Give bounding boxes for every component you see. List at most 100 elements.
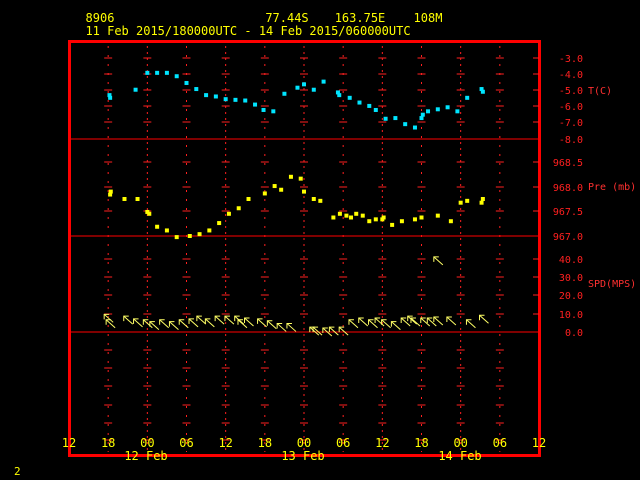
wind-arrow bbox=[433, 316, 444, 326]
temperature-point bbox=[412, 125, 417, 130]
wind-arrow bbox=[276, 322, 287, 332]
wind-arrow bbox=[348, 319, 359, 329]
temperature-point bbox=[194, 87, 199, 92]
y-tick-labels: -3.0 -4.0 -5.0 -6.0 -7.0 -8.0 968.5 968.0 967.5 9… bbox=[553, 54, 583, 339]
pressure-point bbox=[288, 174, 293, 179]
pressure-point bbox=[155, 224, 160, 229]
corner-mark: 2 bbox=[14, 465, 21, 478]
wind-arrow-shaft bbox=[205, 318, 215, 328]
x-tick-label: 18 bbox=[414, 436, 428, 450]
x-tick-label: 00 bbox=[297, 436, 311, 450]
wind-arrow-shaft bbox=[433, 256, 444, 266]
temperature-point bbox=[145, 70, 150, 75]
x-tick-label: 00 bbox=[453, 436, 467, 450]
wind-arrow bbox=[168, 321, 179, 330]
wind-arrow-shaft bbox=[103, 313, 114, 323]
wind-arrow-shaft bbox=[374, 317, 385, 327]
wind-arrow-shaft bbox=[446, 316, 457, 326]
wind-arrow-shaft bbox=[338, 326, 349, 336]
y-tick-label: 0.0 bbox=[565, 328, 583, 339]
y-tick-label: 10.0 bbox=[559, 310, 583, 321]
wind-arrow bbox=[338, 326, 349, 336]
data-series bbox=[103, 70, 489, 337]
pressure-point bbox=[479, 200, 484, 205]
temperature-point bbox=[357, 100, 362, 105]
wind-arrow bbox=[368, 319, 378, 329]
pressure-point bbox=[399, 219, 404, 224]
wind-arrow bbox=[407, 315, 418, 325]
x-tick-label: 12 bbox=[62, 436, 76, 450]
wind-arrow-shaft bbox=[237, 319, 248, 329]
x-tick-label: 06 bbox=[336, 436, 350, 450]
temperature-point bbox=[174, 74, 179, 79]
wind-arrow-shaft bbox=[381, 319, 391, 329]
wind-arrow bbox=[266, 320, 277, 330]
temperature-point bbox=[403, 122, 408, 127]
temperature-point bbox=[282, 91, 287, 96]
wind-arrow bbox=[479, 314, 489, 324]
pressure-point bbox=[207, 228, 212, 233]
pressure-point bbox=[279, 187, 284, 192]
temperature-point bbox=[435, 107, 440, 112]
pressure-point bbox=[262, 191, 267, 196]
wind-arrow bbox=[244, 317, 254, 327]
time-period: 11 Feb 2015/180000UTC - 14 Feb 2015/0600… bbox=[85, 24, 410, 38]
temperature-point bbox=[204, 93, 209, 98]
x-tick-label: 18 bbox=[258, 436, 272, 450]
wind-arrow bbox=[178, 319, 189, 329]
pressure-point bbox=[272, 184, 277, 189]
wind-arrow-shaft bbox=[267, 320, 277, 330]
wind-arrow-shaft bbox=[169, 321, 179, 330]
wind-arrow-shaft bbox=[224, 315, 235, 325]
y-tick-label: 40.0 bbox=[559, 255, 583, 266]
pressure-point bbox=[448, 219, 453, 224]
wind-arrow bbox=[133, 318, 143, 328]
y-tick-label: 30.0 bbox=[559, 273, 583, 284]
x-tick-label: 12 bbox=[375, 436, 389, 450]
temperature-point bbox=[420, 112, 425, 117]
y-tick-label: 967.5 bbox=[553, 207, 583, 218]
temperature-point bbox=[295, 85, 300, 90]
y-tick-label: 20.0 bbox=[559, 291, 583, 302]
latitude: 77.44S bbox=[265, 11, 308, 25]
wind-arrow bbox=[381, 319, 391, 329]
pressure-point bbox=[354, 211, 359, 216]
wind-arrow-shaft bbox=[133, 318, 143, 328]
wind-arrow-shaft bbox=[466, 319, 476, 329]
wind-arrow-shaft bbox=[143, 319, 153, 329]
pressure-point bbox=[174, 235, 179, 240]
temperature-point bbox=[233, 97, 238, 102]
pressure-point bbox=[349, 215, 353, 220]
y-tick-label: 967.0 bbox=[553, 232, 583, 243]
temperature-point bbox=[426, 109, 431, 114]
pressure-point bbox=[135, 197, 140, 201]
x-tick-label: 12 bbox=[532, 436, 546, 450]
elevation: 108M bbox=[414, 11, 443, 25]
wind-arrow-shaft bbox=[433, 316, 444, 326]
wind-arrow bbox=[374, 317, 385, 327]
pressure-point bbox=[373, 217, 378, 222]
wind-arrow bbox=[142, 319, 153, 329]
pressure-point bbox=[298, 176, 303, 181]
wind-arrow bbox=[237, 319, 248, 329]
y-tick-label: 968.0 bbox=[553, 183, 583, 194]
longitude: 163.75E bbox=[335, 11, 386, 25]
temperature-point bbox=[347, 95, 352, 100]
x-tick-label: 06 bbox=[179, 436, 193, 450]
temperature-point bbox=[337, 93, 342, 98]
temperature-point bbox=[465, 95, 470, 100]
pressure-point bbox=[122, 197, 127, 201]
y-tick-label: -7.0 bbox=[559, 118, 583, 129]
pressure-point bbox=[302, 189, 306, 194]
pressure-point bbox=[197, 232, 202, 237]
temperature-point bbox=[223, 97, 228, 102]
wind-arrow-shaft bbox=[105, 319, 116, 329]
temperature-point bbox=[393, 116, 398, 121]
x-tick-label: 00 bbox=[140, 436, 154, 450]
temperature-point bbox=[302, 82, 306, 87]
pressure-point bbox=[435, 213, 440, 218]
wind-arrow-shaft bbox=[214, 315, 225, 325]
wind-arrow-shaft bbox=[286, 323, 297, 332]
pressure-point bbox=[344, 213, 349, 218]
pressure-point bbox=[360, 213, 365, 218]
